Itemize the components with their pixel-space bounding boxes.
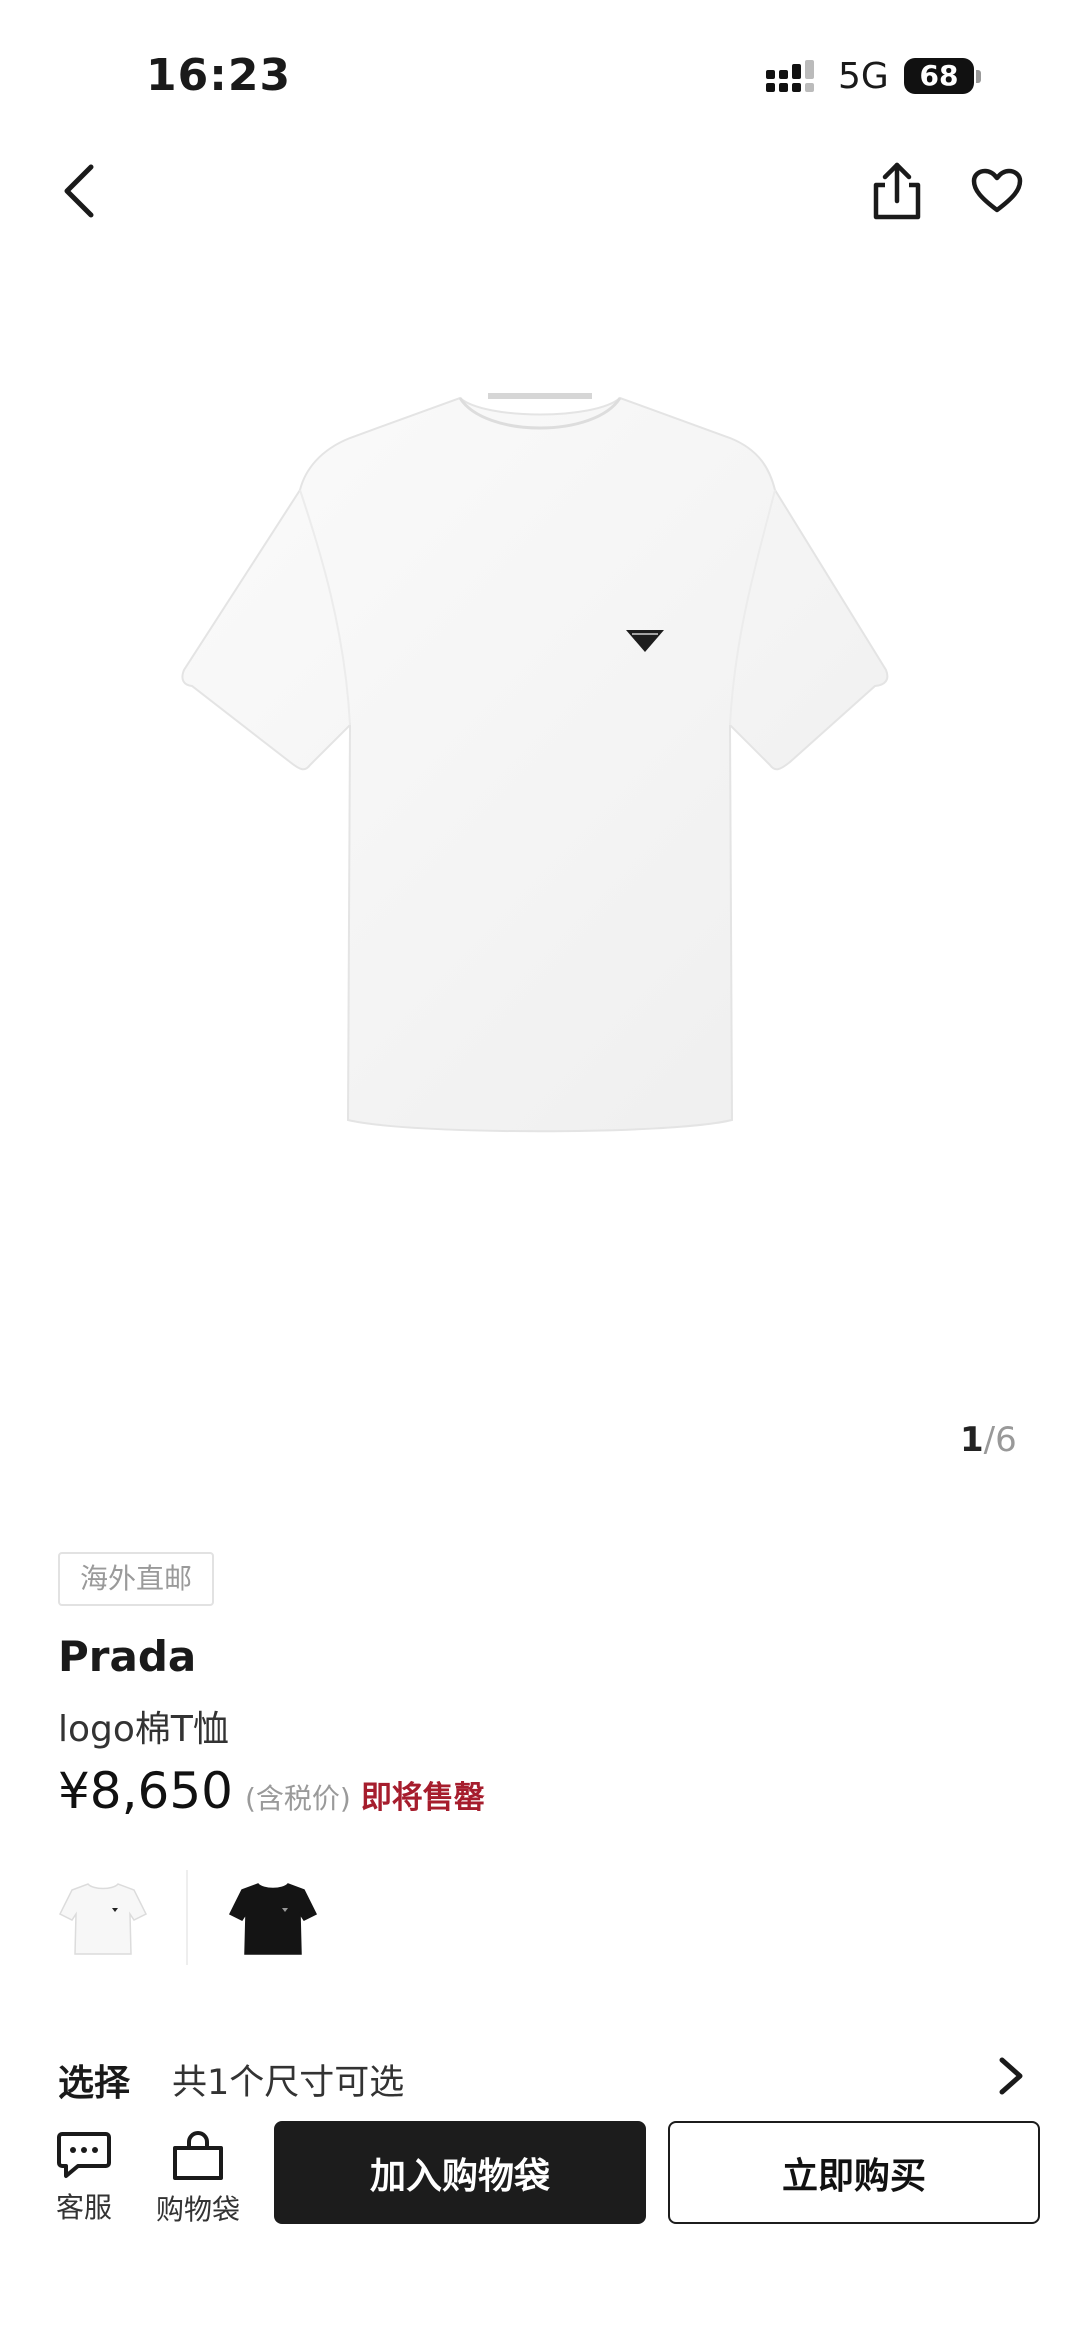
network-type: 5G <box>838 56 889 97</box>
battery-level: 68 <box>904 58 974 94</box>
gallery-counter: 1/6 <box>960 1420 1017 1460</box>
back-button[interactable] <box>44 156 114 226</box>
product-price: ¥8,650 <box>58 1762 233 1820</box>
favorite-button[interactable] <box>962 156 1032 226</box>
shopping-bag-button[interactable]: 购物袋 <box>148 2130 248 2228</box>
status-time: 16:23 <box>146 50 292 101</box>
share-button[interactable] <box>862 156 932 226</box>
chat-icon <box>57 2132 111 2178</box>
add-to-bag-button[interactable]: 加入购物袋 <box>274 2121 646 2224</box>
customer-service-label: 客服 <box>55 2191 112 2224</box>
shopping-bag-label: 购物袋 <box>155 2193 240 2226</box>
swatch-black[interactable] <box>218 1862 328 1972</box>
size-select-label: 选择 <box>58 2063 131 2104</box>
brand-name[interactable]: Prada <box>58 1632 196 1681</box>
size-select-row[interactable] <box>0 2030 1080 2120</box>
chevron-right-icon <box>999 2057 1023 2095</box>
product-name: logo棉T恤 <box>58 1709 229 1750</box>
tax-note: (含税价) <box>244 1782 351 1815</box>
size-select-value: 共1个尺寸可选 <box>172 2063 405 2103</box>
signal-icon <box>766 60 814 92</box>
gallery-current: 1 <box>960 1420 984 1460</box>
heart-icon <box>971 168 1023 213</box>
product-image[interactable] <box>170 380 910 1140</box>
overseas-shipping-tag: 海外直邮 <box>58 1552 215 1606</box>
swatch-divider <box>186 1870 188 1965</box>
stock-status-badge: 即将售罄 <box>360 1780 485 1816</box>
gallery-separator: / <box>983 1420 996 1460</box>
buy-now-button[interactable]: 立即购买 <box>668 2121 1040 2224</box>
share-icon <box>873 162 921 220</box>
price-row: ¥8,650 (含税价) 即将售罄 <box>58 1762 485 1820</box>
shopping-bag-icon <box>173 2131 223 2180</box>
customer-service-button[interactable]: 客服 <box>34 2130 134 2226</box>
chevron-left-icon <box>64 164 94 218</box>
gallery-total: 6 <box>995 1420 1017 1460</box>
swatch-white[interactable] <box>48 1862 158 1972</box>
battery-tip <box>976 70 981 83</box>
